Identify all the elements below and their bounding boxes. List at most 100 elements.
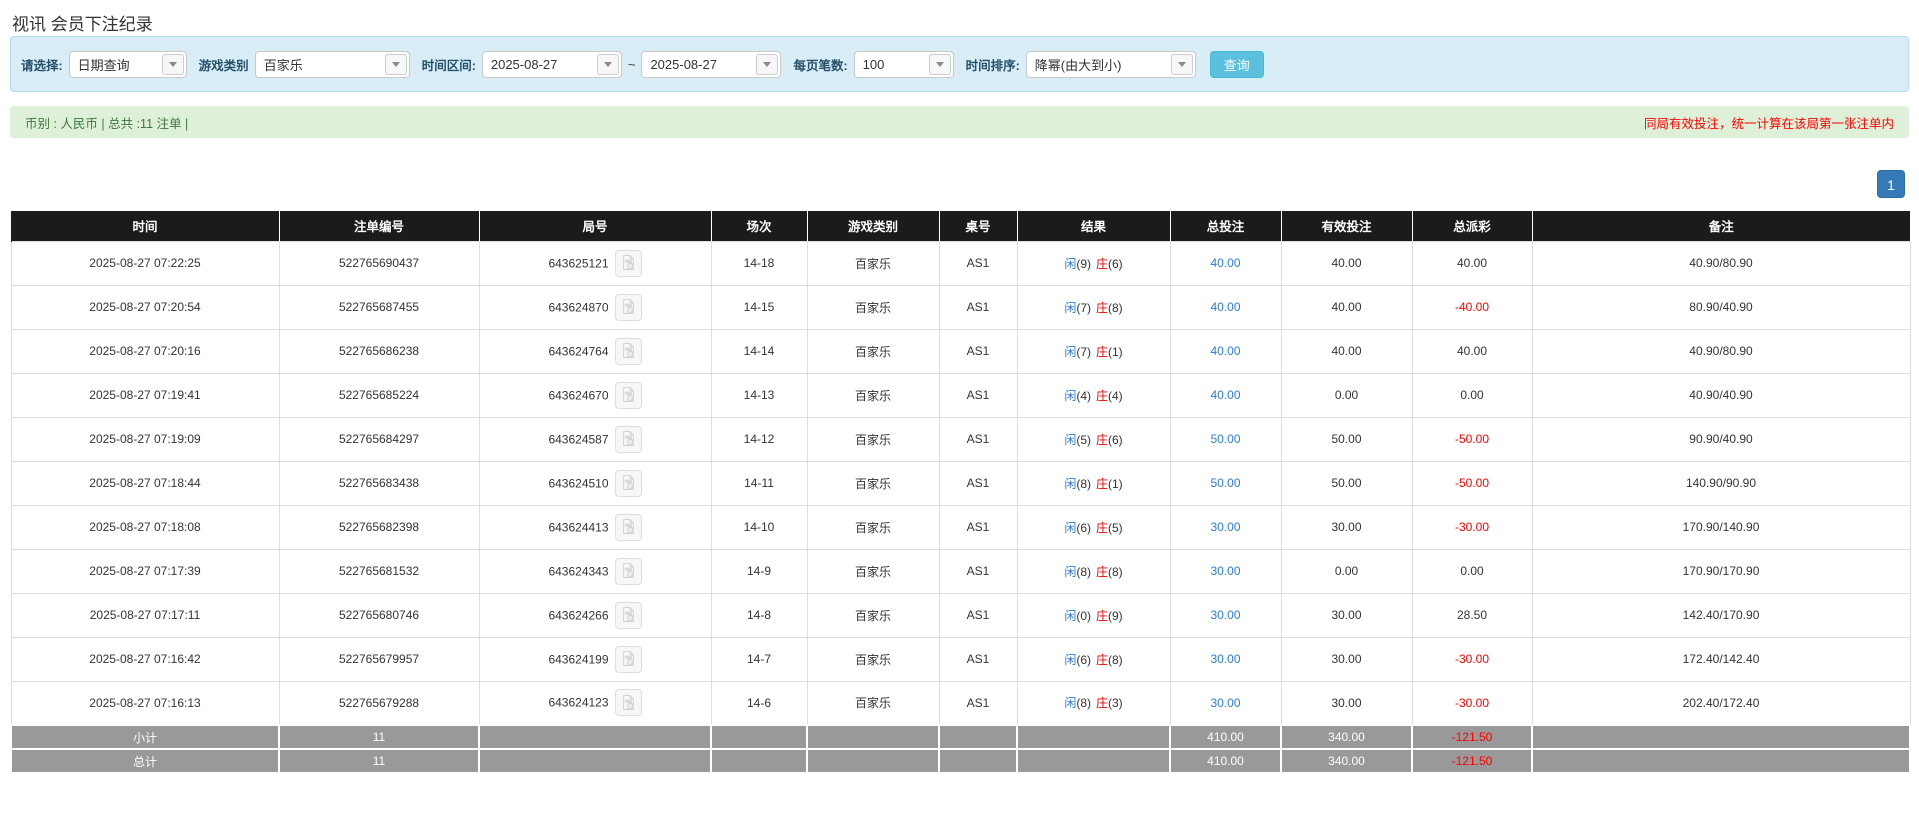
session-number: 14-18 [744, 256, 775, 270]
select-type-label: 请选择: [21, 55, 63, 74]
player-points: (7) [1076, 345, 1091, 359]
video-replay-button[interactable] [615, 558, 642, 585]
banker-result: 庄 [1096, 609, 1108, 623]
video-replay-button[interactable] [615, 338, 642, 365]
search-button[interactable]: 查询 [1210, 51, 1264, 78]
table-row: 2025-08-27 07:16:13 522765679288 6436241… [11, 681, 1910, 725]
video-file-icon [620, 694, 637, 711]
summary-valid-bet: 340.00 [1328, 754, 1365, 768]
video-replay-button[interactable] [615, 250, 642, 277]
table-number: AS1 [967, 256, 990, 270]
video-replay-button[interactable] [615, 470, 642, 497]
page-size-dropdown[interactable]: 100 [854, 51, 954, 78]
chevron-down-icon[interactable] [756, 54, 778, 75]
chevron-down-icon[interactable] [929, 54, 951, 75]
banker-points: (5) [1108, 521, 1123, 535]
game-category: 百家乐 [855, 696, 891, 710]
query-type-dropdown[interactable]: 日期查询 [69, 51, 187, 78]
session-number: 14-10 [744, 520, 775, 534]
bet-time: 2025-08-27 07:19:09 [89, 432, 200, 446]
valid-bet: 30.00 [1331, 520, 1361, 534]
session-number: 14-6 [747, 696, 771, 710]
table-number: AS1 [967, 608, 990, 622]
valid-bet-notice: 同局有效投注，统一计算在该局第一张注单内 [1644, 113, 1894, 132]
banker-points: (1) [1108, 477, 1123, 491]
round-id: 643624510 [548, 476, 608, 490]
total-bet-link[interactable]: 40.00 [1210, 256, 1240, 270]
header-remark: 备注 [1532, 211, 1910, 241]
video-file-icon [620, 606, 637, 623]
bet-id: 522765684297 [339, 432, 419, 446]
total-bet-link[interactable]: 30.00 [1210, 520, 1240, 534]
pagination: 1 [14, 170, 1905, 198]
date-from-value: 2025-08-27 [483, 57, 595, 72]
total-bet-link[interactable]: 30.00 [1210, 564, 1240, 578]
video-replay-button[interactable] [615, 689, 642, 716]
payout: 40.00 [1457, 256, 1487, 270]
date-to-picker[interactable]: 2025-08-27 [641, 51, 781, 78]
summary-total-bet: 410.00 [1207, 730, 1244, 744]
total-bet-link[interactable]: 40.00 [1210, 344, 1240, 358]
banker-points: (6) [1108, 257, 1123, 271]
table-row: 2025-08-27 07:22:25 522765690437 6436251… [11, 241, 1910, 285]
payout: -30.00 [1455, 652, 1489, 666]
chevron-down-icon[interactable] [597, 54, 619, 75]
game-category: 百家乐 [855, 565, 891, 579]
round-id: 643624413 [548, 520, 608, 534]
table-row: 2025-08-27 07:16:42 522765679957 6436241… [11, 637, 1910, 681]
result-cell: 闲(8)庄(3) [1017, 681, 1170, 725]
time-sort-dropdown[interactable]: 降幂(由大到小) [1026, 51, 1196, 78]
date-from-picker[interactable]: 2025-08-27 [482, 51, 622, 78]
video-replay-button[interactable] [615, 602, 642, 629]
bet-time: 2025-08-27 07:20:16 [89, 344, 200, 358]
page-1-button[interactable]: 1 [1877, 170, 1905, 198]
round-id: 643624587 [548, 432, 608, 446]
video-replay-button[interactable] [615, 514, 642, 541]
header-bet-id: 注单编号 [279, 211, 479, 241]
table-number: AS1 [967, 564, 990, 578]
chevron-down-icon[interactable] [1171, 54, 1193, 75]
player-result: 闲 [1064, 433, 1076, 447]
total-bet-link[interactable]: 30.00 [1210, 696, 1240, 710]
summary-total-bet: 410.00 [1207, 754, 1244, 768]
header-time: 时间 [11, 211, 279, 241]
player-result: 闲 [1064, 609, 1076, 623]
video-file-icon [620, 298, 637, 315]
player-points: (4) [1076, 389, 1091, 403]
result-cell: 闲(8)庄(1) [1017, 461, 1170, 505]
video-replay-button[interactable] [615, 426, 642, 453]
round-id: 643624266 [548, 608, 608, 622]
bet-id: 522765681532 [339, 564, 419, 578]
page-size-label: 每页笔数: [793, 55, 847, 74]
game-category-dropdown[interactable]: 百家乐 [255, 51, 410, 78]
player-result: 闲 [1064, 257, 1076, 271]
bet-id: 522765690437 [339, 256, 419, 270]
result-cell: 闲(5)庄(6) [1017, 417, 1170, 461]
session-number: 14-8 [747, 608, 771, 622]
table-number: AS1 [967, 344, 990, 358]
remark: 140.90/90.90 [1686, 476, 1756, 490]
chevron-down-icon[interactable] [385, 54, 407, 75]
total-bet-link[interactable]: 30.00 [1210, 608, 1240, 622]
valid-bet: 30.00 [1331, 652, 1361, 666]
remark: 142.40/170.90 [1683, 608, 1760, 622]
table-number: AS1 [967, 696, 990, 710]
banker-points: (6) [1108, 433, 1123, 447]
video-replay-button[interactable] [615, 294, 642, 321]
total-bet-link[interactable]: 40.00 [1210, 388, 1240, 402]
valid-bet: 30.00 [1331, 696, 1361, 710]
page-size-value: 100 [855, 57, 927, 72]
header-valid-bet: 有效投注 [1281, 211, 1412, 241]
player-points: (7) [1076, 301, 1091, 315]
remark: 40.90/80.90 [1689, 344, 1752, 358]
total-bet-link[interactable]: 40.00 [1210, 300, 1240, 314]
bet-id: 522765686238 [339, 344, 419, 358]
result-cell: 闲(6)庄(5) [1017, 505, 1170, 549]
total-bet-link[interactable]: 50.00 [1210, 476, 1240, 490]
total-bet-link[interactable]: 50.00 [1210, 432, 1240, 446]
total-bet-link[interactable]: 30.00 [1210, 652, 1240, 666]
chevron-down-icon[interactable] [162, 54, 184, 75]
video-replay-button[interactable] [615, 382, 642, 409]
video-file-icon [620, 562, 637, 579]
video-replay-button[interactable] [615, 646, 642, 673]
